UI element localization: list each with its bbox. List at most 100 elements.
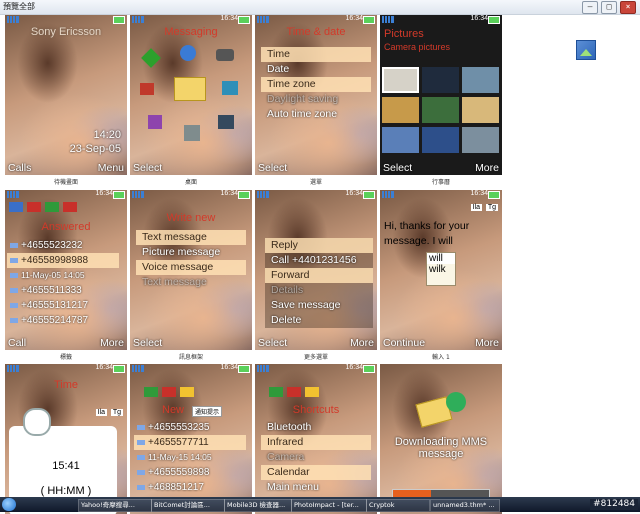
softkey-right[interactable]: More [100,337,124,349]
softkey-right[interactable]: More [475,337,499,349]
menu-item-date[interactable]: Date [261,62,371,77]
list-item[interactable]: +4655559898 [134,465,246,480]
tab-icon[interactable] [9,202,23,212]
menu-item-camera[interactable]: Camera [261,450,371,465]
thumbnail-7[interactable] [382,127,419,153]
menu-item-details[interactable]: Details [265,283,373,298]
contacts-icon[interactable] [184,125,200,141]
softkey-left[interactable]: Select [133,337,162,349]
tab-icon[interactable] [162,387,176,397]
screen-downloading-mms[interactable]: Downloading MMS message [380,364,502,514]
tab-icon[interactable] [180,387,194,397]
signal-icon [382,16,394,23]
settings-icon[interactable] [218,115,234,129]
softkey-left[interactable]: Calls [8,162,31,174]
screen-standby[interactable]: Sony Ericsson 14:20 23-Sep-05 Calls Menu [5,15,127,175]
softkey-left[interactable]: Call [8,337,26,349]
screen-write-new[interactable]: 16:34 Write new Text message Picture mes… [130,190,252,350]
envelope-icon[interactable] [174,77,206,101]
list-item[interactable]: +4655577711 [134,435,246,450]
battery-icon [488,16,500,24]
menu-item-auto-time-zone[interactable]: Auto time zone [261,107,371,122]
tab-icon[interactable] [63,202,77,212]
screen-desktop[interactable]: 16:34 Messaging Select [130,15,252,175]
list-item[interactable]: +4655523232 [7,238,119,253]
screen-time-date[interactable]: 16:34 Time & date Time Date Time zone Da… [255,15,377,175]
list-item[interactable]: +4655553235 [134,420,246,435]
time-value[interactable]: 15:41 [5,460,127,472]
menu-item-voice-message[interactable]: Voice message [136,260,246,275]
screen-call-list[interactable]: 16:34 Answered +4655523232 +46558998988 … [5,190,127,350]
menu-item-save-message[interactable]: Save message [265,298,373,313]
screen-pictures[interactable]: 16:34 Pictures Camera pictures Select Mo… [380,15,502,175]
tab-icon[interactable] [269,387,283,397]
taskbar-item[interactable]: Cryptok [366,499,430,512]
screen-shortcuts[interactable]: 16:34 Shortcuts Bluetooth Infrared Camer… [255,364,377,514]
tab-icon[interactable] [45,202,59,212]
camera-icon[interactable] [140,83,154,95]
menu-item-calendar[interactable]: Calendar [261,465,371,480]
tab-icon[interactable] [27,202,41,212]
music-icon[interactable] [148,115,162,129]
menu-item-picture-message[interactable]: Picture message [136,245,246,260]
thumbnail-5[interactable] [422,97,459,123]
thumbnail-6[interactable] [462,97,499,123]
menu-item-reply[interactable]: Reply [265,238,373,253]
battery-icon [488,191,500,199]
menu-item-call[interactable]: Call +4401231456 [265,253,373,268]
softkey-left[interactable]: Continue [383,337,425,349]
screen-text-input[interactable]: 16:34 Ila Tg Hi, thanks for your message… [380,190,502,350]
minimize-button[interactable]: – [582,1,598,14]
menu-item-infrared[interactable]: Infrared [261,435,371,450]
menu-item-forward[interactable]: Forward [265,268,373,283]
menu-item-main-menu[interactable]: Main menu [261,480,371,495]
globe-icon[interactable] [180,45,196,61]
screen-more-menu[interactable]: 16:34 Reply Call +4401231456 Forward Det… [255,190,377,350]
list-item[interactable]: +4655511333 [7,283,119,298]
softkey-left[interactable]: Select [383,162,412,174]
thumbnail-8[interactable] [422,127,459,153]
thumbnail-4[interactable] [382,97,419,123]
list-item[interactable]: +46555214787 [7,313,119,328]
softkey-right[interactable]: Menu [98,162,124,174]
close-button[interactable]: × [620,1,636,14]
list-item[interactable]: +46555131217 [7,298,119,313]
screen-set-time[interactable]: 16:34 Time Ila Tg 15:41 ( HH:MM ) [5,364,127,514]
thumbnail-3[interactable] [462,67,499,93]
menu-item-time-zone[interactable]: Time zone [261,77,371,92]
image-file-icon[interactable] [576,40,596,60]
taskbar-item[interactable]: unnamed3.thm* ... [430,499,500,512]
tab-icon[interactable] [144,387,158,397]
thumbnail-1[interactable] [382,67,419,93]
softkey-left[interactable]: Select [258,162,287,174]
menu-item-delete[interactable]: Delete [265,313,373,328]
list-item[interactable]: +468851217 [134,480,246,495]
softkey-left[interactable]: Select [258,337,287,349]
softkey-right[interactable]: More [475,162,499,174]
taskbar-item[interactable]: BitComet討論區... [151,499,225,512]
suggestion-item[interactable]: wilk [427,264,455,275]
film-icon[interactable] [222,81,238,95]
menu-item-bluetooth[interactable]: Bluetooth [261,420,371,435]
thumbnail-9[interactable] [462,127,499,153]
thumbnail-2[interactable] [422,67,459,93]
menu-item-text-message[interactable]: Text message [136,230,246,245]
list-item[interactable]: +46558998988 [7,253,119,268]
taskbar-item[interactable]: PhotoImpact - [ter... [291,499,367,512]
menu-item-text-message-dim[interactable]: Text message [136,275,246,290]
softkey-left[interactable]: Select [133,162,162,174]
screen-new-events[interactable]: 16:34 New 通知提示 +4655553235 +4655577711 1… [130,364,252,514]
menu-item-daylight-saving[interactable]: Daylight saving [261,92,371,107]
gamepad-icon[interactable] [216,49,234,61]
taskbar-item[interactable]: Mobile3D 檢查器... [224,499,292,512]
taskbar-item[interactable]: Yahoo!奇摩搜尋... [78,499,152,512]
start-button[interactable] [2,498,16,511]
tab-icon[interactable] [305,387,319,397]
softkey-right[interactable]: More [350,337,374,349]
suggestion-item[interactable]: will [427,253,455,264]
maximize-button[interactable]: □ [601,1,617,14]
screen-caption: 訊息框架 [178,354,203,361]
tab-icon[interactable] [287,387,301,397]
status-clock: 16:34 [345,364,363,371]
menu-item-time[interactable]: Time [261,47,371,62]
